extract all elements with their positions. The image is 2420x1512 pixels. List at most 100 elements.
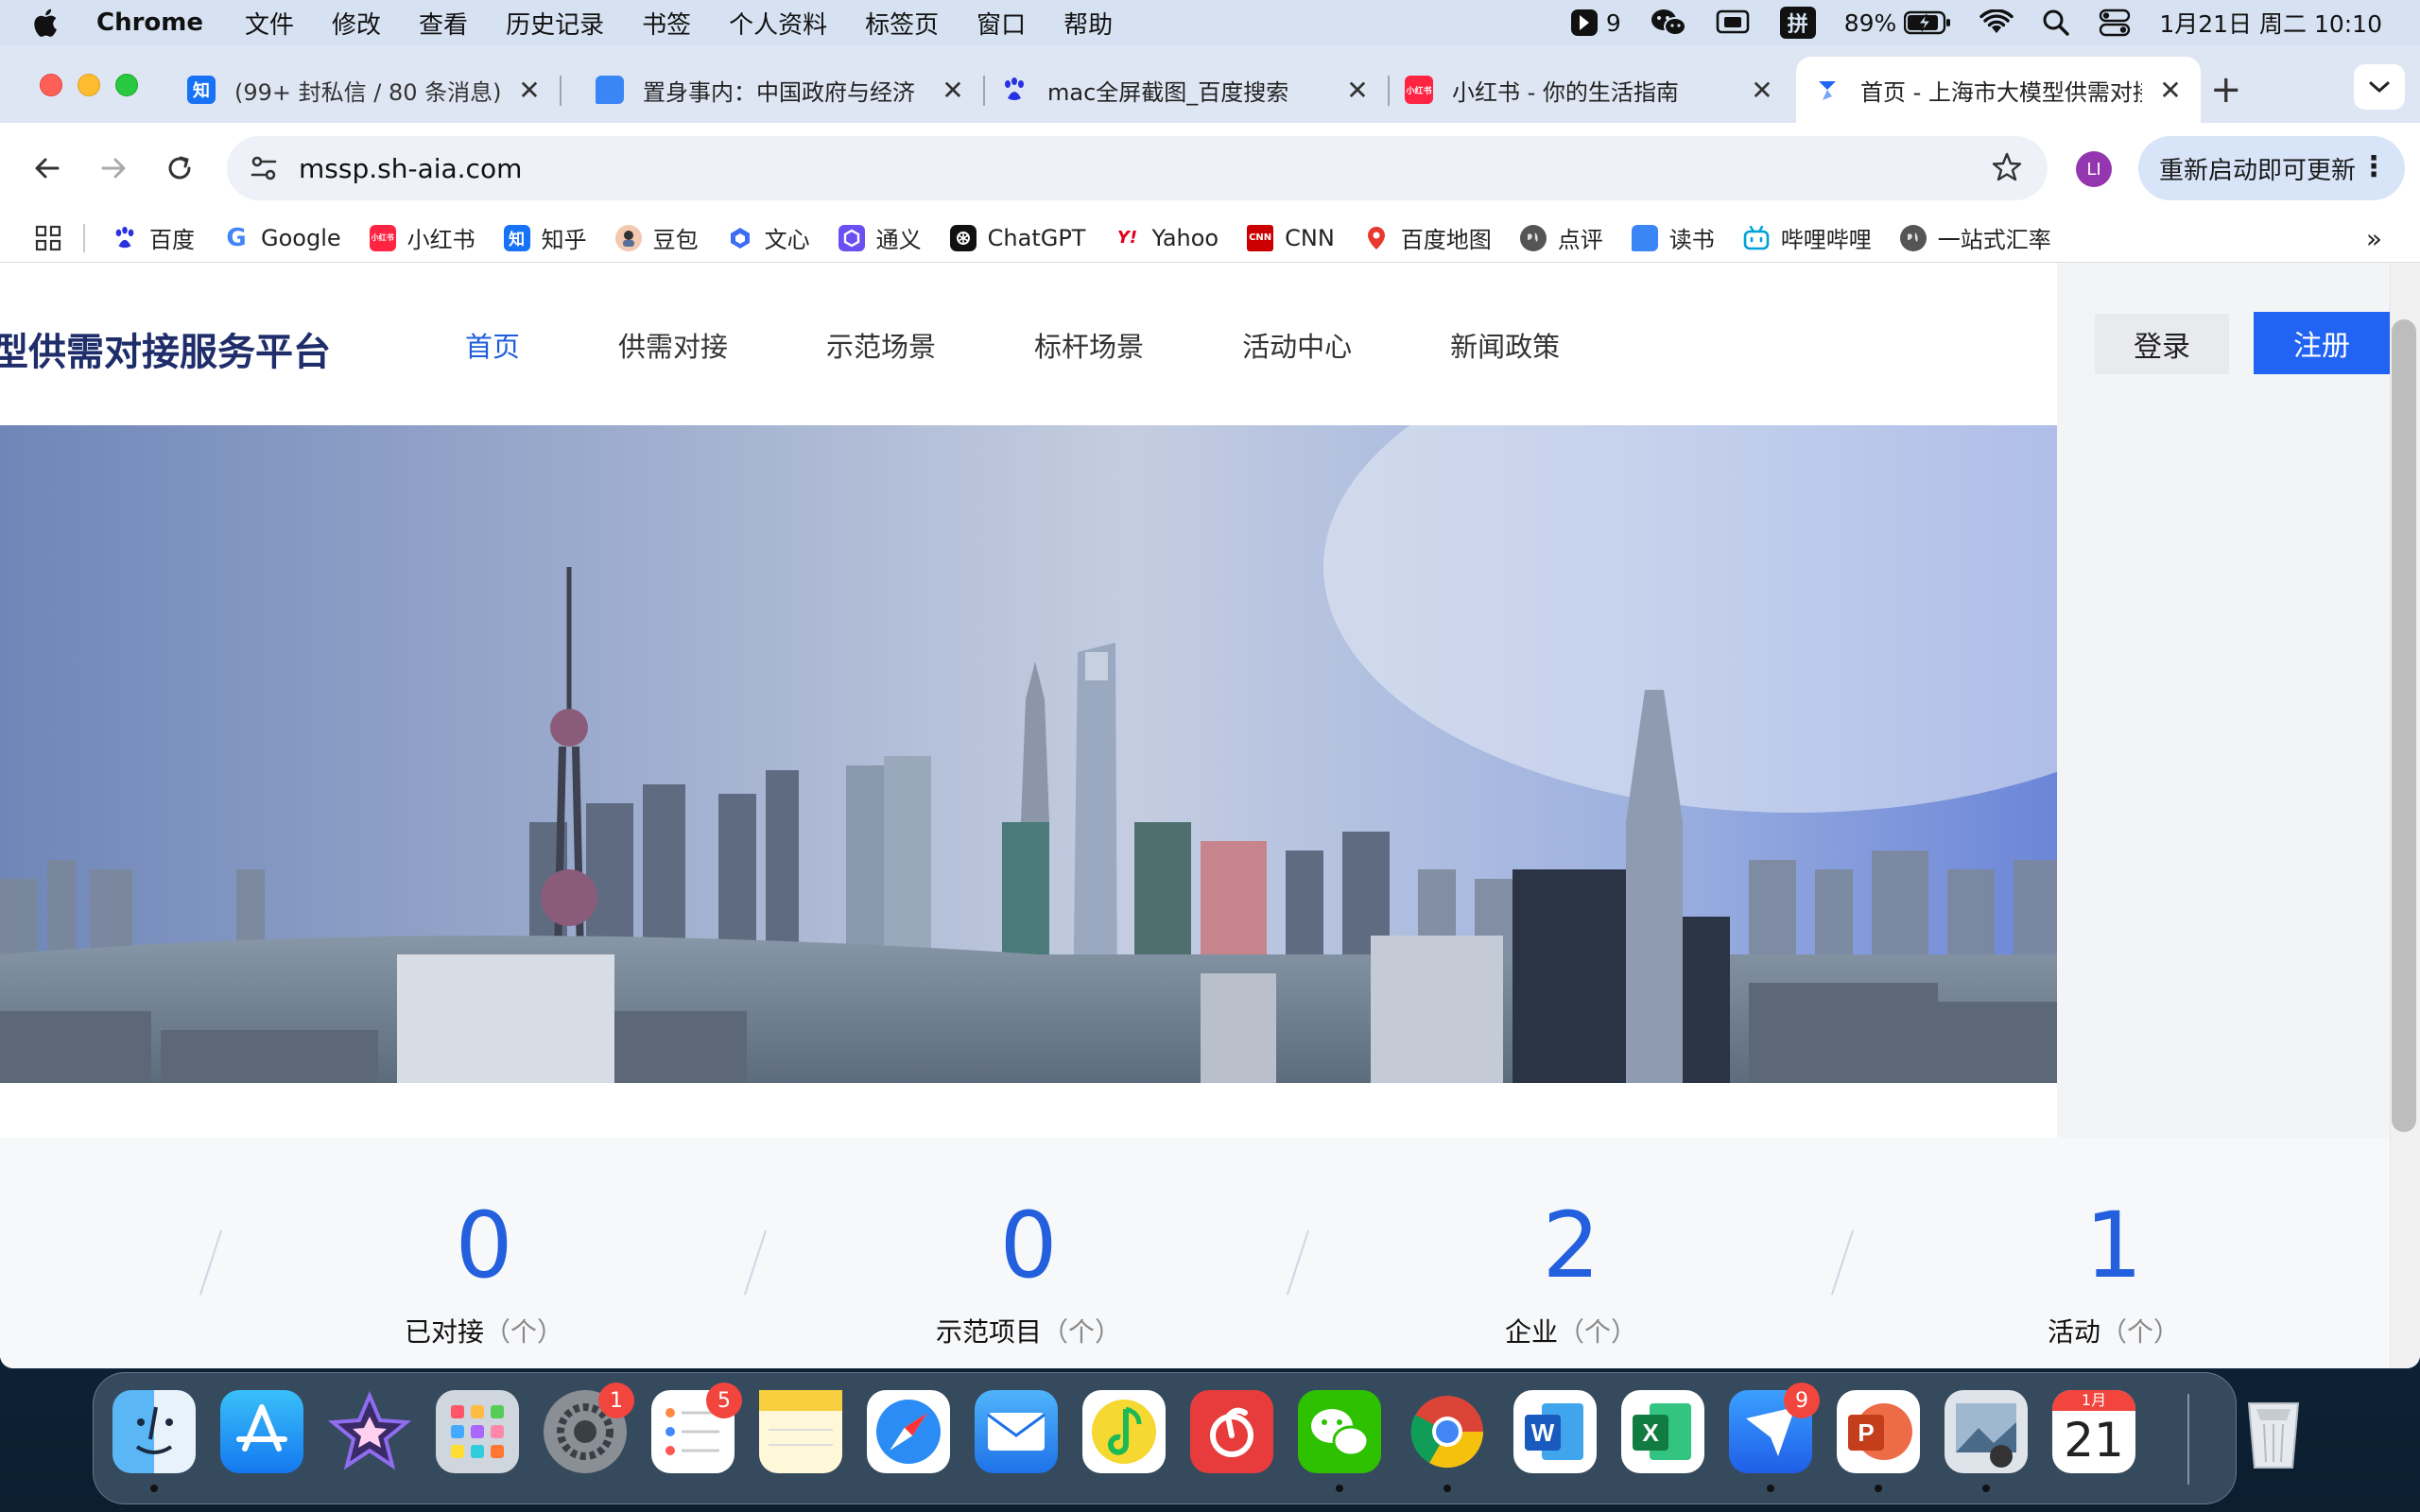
dock-finder-icon[interactable] [112,1390,196,1492]
site-info-tune-icon[interactable] [250,154,278,182]
forward-arrow-icon[interactable] [87,142,140,195]
dock-word-icon[interactable]: W [1513,1390,1597,1473]
bookmark-cnn[interactable]: CNN CNN [1247,224,1335,251]
nav-demo-scenarios[interactable]: 示范场景 [826,325,936,365]
bookmark-dushu[interactable]: 读书 [1631,221,1715,254]
window-close-button[interactable] [40,74,62,96]
window-minimize-button[interactable] [78,74,100,96]
spotlight-search-icon[interactable] [2042,9,2070,37]
tab-close-icon[interactable]: ✕ [1344,75,1371,106]
dock-notes-icon[interactable] [759,1390,842,1473]
menu-app-chrome[interactable]: Chrome [96,9,203,37]
tab-close-icon[interactable]: ✕ [940,75,966,106]
bookmark-yahoo[interactable]: Y! Yahoo [1114,225,1219,251]
tab-zhihu-messages[interactable]: 知 (99+ 封私信 / 80 条消息) 蔡 ✕ [170,57,562,123]
bookmark-baidu[interactable]: 百度 [112,221,195,254]
control-center-icon[interactable] [2099,9,2131,37]
bookmark-exchange-rate[interactable]: 一站式汇率 [1899,221,2051,254]
bookmark-chatgpt[interactable]: ChatGPT [949,224,1085,251]
dock-reminders-icon[interactable]: 5 [651,1383,742,1473]
menu-file[interactable]: 文件 [245,6,294,41]
site-title[interactable]: 型供需对接服务平台 [0,321,331,376]
new-tab-plus-icon[interactable]: + [2210,68,2242,112]
menu-tabs[interactable]: 标签页 [865,6,939,41]
tab-sh-aia-home[interactable]: 首页 - 上海市大模型供需对接 ✕ [1796,57,2201,123]
dock-imovie-star-icon[interactable] [327,1390,412,1473]
wifi-icon[interactable] [1979,9,2014,36]
input-method-icon[interactable]: 拼 [1779,7,1816,39]
relaunch-update-button[interactable]: 重新启动即可更新 ⋮ [2138,136,2405,200]
menu-view[interactable]: 查看 [419,6,468,41]
window-zoom-button[interactable] [115,74,138,96]
bookmark-zhihu[interactable]: 知 知乎 [503,221,587,254]
tab-baidu-search[interactable]: mac全屏截图_百度搜索 ✕ [983,57,1390,123]
stat-label: 已对接 [404,1316,484,1348]
dock-calendar-icon[interactable]: 1月 21 [2052,1390,2135,1473]
screen-mirroring-icon[interactable] [1716,9,1752,37]
doubao-icon [614,224,642,251]
dock-launchpad-icon[interactable] [436,1390,519,1473]
tab-xiaohongshu[interactable]: 小红书 小红书 - 你的生活指南 ✕ [1388,57,1792,123]
nav-supply-demand[interactable]: 供需对接 [618,325,728,365]
menu-profiles[interactable]: 个人资料 [729,6,827,41]
bookmark-dianping[interactable]: 点评 [1519,221,1603,254]
svg-text:W: W [1531,1418,1555,1447]
menubar-clock[interactable]: 1月21日 周二 10:10 [2159,6,2382,40]
dock-qq-music-icon[interactable] [1082,1390,1166,1473]
wechat-status-icon[interactable] [1650,7,1687,39]
dock-netease-music-icon[interactable] [1190,1390,1273,1473]
dock-wechat-icon[interactable] [1298,1390,1381,1492]
page-scrollbar-thumb[interactable] [2392,319,2416,1132]
dock-chrome-icon[interactable] [1406,1390,1489,1492]
tab-book-zhishen-shinei[interactable]: 置身事内：中国政府与经济 ✕ [579,57,985,123]
url-text[interactable]: mssp.sh-aia.com [299,153,522,184]
dock-feishu-icon[interactable]: 9 [1729,1383,1820,1492]
dock-system-settings-icon[interactable]: 1 [544,1383,634,1473]
dock-mail-icon[interactable] [975,1390,1058,1473]
notification-app-status-icon[interactable]: 9 [1570,8,1621,38]
menu-bookmarks[interactable]: 书签 [642,6,691,41]
menu-window[interactable]: 窗口 [977,6,1026,41]
dock-trash-icon[interactable] [2232,1390,2315,1473]
bookmark-wenxin[interactable]: 文心 [727,221,810,254]
nav-benchmark-scenarios[interactable]: 标杆场景 [1034,325,1144,365]
battery-status[interactable]: 89% [1844,9,1952,37]
tab-close-icon[interactable]: ✕ [2157,75,2184,106]
menu-history[interactable]: 历史记录 [506,6,604,41]
apps-grid-icon[interactable] [34,224,62,252]
bookmarks-overflow-chevron-icon[interactable]: » [2366,223,2382,254]
more-vert-icon[interactable]: ⋮ [2360,153,2388,181]
bookmark-tongyi[interactable]: 通义 [838,221,922,254]
tab-close-icon[interactable]: ✕ [516,75,543,106]
address-bar[interactable]: mssp.sh-aia.com [227,136,2048,200]
tab-close-icon[interactable]: ✕ [1749,75,1775,106]
apple-logo-icon[interactable] [30,7,59,39]
reload-icon[interactable] [153,142,206,195]
bookmark-baidu-map[interactable]: 百度地图 [1363,221,1492,254]
dock-safari-icon[interactable] [867,1390,950,1473]
tab-search-chevron-icon[interactable] [2354,64,2405,110]
dock-powerpoint-icon[interactable]: P [1837,1390,1920,1492]
bookmark-xiaohongshu[interactable]: 小红书 小红书 [369,221,475,254]
nav-news-policy[interactable]: 新闻政策 [1450,325,1560,365]
stat-label-row: 活动（个） [1925,1312,2303,1349]
dock-preview-icon[interactable] [1945,1390,2028,1492]
bookmark-doubao[interactable]: 豆包 [614,221,699,254]
nav-events[interactable]: 活动中心 [1242,325,1352,365]
stat-divider [199,1229,223,1296]
back-arrow-icon[interactable] [21,142,74,195]
bookmark-star-icon[interactable] [1991,151,2023,183]
login-button[interactable]: 登录 [2095,314,2229,374]
dock-excel-icon[interactable]: X [1621,1390,1704,1473]
stat-unit: （个） [2100,1316,2181,1348]
tab-strip: 知 (99+ 封私信 / 80 条消息) 蔡 ✕ 置身事内：中国政府与经济 ✕ … [0,45,2420,123]
stat-label-row: 示范项目（个） [839,1312,1218,1349]
nav-home[interactable]: 首页 [465,325,520,365]
profile-avatar[interactable]: LI [2076,151,2112,187]
dock-app-store-icon[interactable] [220,1390,303,1473]
menu-help[interactable]: 帮助 [1063,6,1113,41]
menu-edit[interactable]: 修改 [332,6,381,41]
bookmark-bilibili[interactable]: 哔哩哔哩 [1743,221,1872,254]
register-button[interactable]: 注册 [2254,312,2390,374]
bookmark-google[interactable]: G Google [223,224,340,252]
